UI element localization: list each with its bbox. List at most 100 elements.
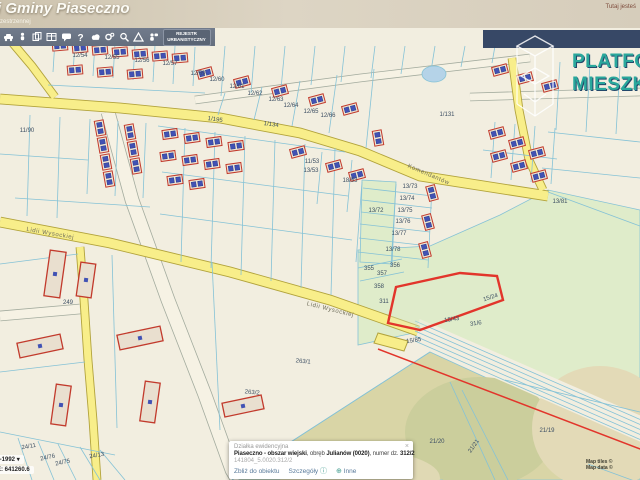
building-unit	[121, 49, 126, 54]
apartment-entrance	[241, 404, 246, 409]
search-icon[interactable]	[118, 31, 131, 43]
gis-application-window: 12/5412/5512/5612/5712/5912/6012/6112/62…	[0, 0, 640, 480]
building-unit	[328, 164, 334, 170]
site-subtitle: rzestrzennej	[0, 19, 31, 25]
building-unit	[235, 165, 240, 171]
building-unit	[375, 132, 381, 137]
rejestr-urbanistyczny-button[interactable]: REJESTR URBANISTYCZNY	[163, 29, 211, 46]
building-unit	[94, 48, 99, 53]
building-unit	[181, 55, 186, 60]
user-comment-icon[interactable]	[147, 31, 160, 43]
building-unit	[127, 126, 133, 131]
building-unit	[208, 140, 213, 146]
cloud-icon[interactable]	[89, 31, 102, 43]
building-unit	[169, 178, 174, 184]
info-icon: ⓘ	[320, 468, 327, 475]
building-unit	[74, 46, 79, 51]
more-link-label: Inne	[344, 468, 357, 475]
platforma-mieszkaniowa-logo-icon	[498, 32, 573, 132]
page-header: i Gminy Piaseczno rzestrzennej Tutaj jes…	[0, 0, 640, 28]
parcel-label: 13/74	[399, 196, 415, 202]
building-unit	[537, 149, 543, 155]
building-unit	[428, 187, 434, 193]
building-pair	[189, 179, 205, 190]
building-unit	[350, 105, 356, 111]
svg-text:?: ?	[77, 33, 83, 42]
building-unit	[191, 182, 196, 188]
building-pair	[127, 69, 143, 79]
building-unit	[493, 154, 499, 160]
parcel-id: 141804_5.0020.312/2	[234, 458, 408, 464]
building-unit	[191, 157, 196, 163]
building-unit	[292, 150, 298, 156]
watermark-text: PLATFORMA MIESZKANIOWA	[572, 50, 640, 96]
street-view-icon[interactable]	[16, 31, 29, 43]
building-unit	[511, 141, 517, 147]
copy-icon[interactable]	[31, 31, 44, 43]
building-unit	[98, 129, 104, 134]
building-unit	[237, 143, 242, 149]
building-unit	[198, 181, 203, 187]
help-icon[interactable]: ?	[74, 31, 87, 43]
building-unit	[334, 162, 340, 168]
building-pair	[206, 137, 222, 148]
car-icon[interactable]	[2, 31, 15, 43]
table-icon[interactable]	[45, 31, 58, 43]
building-pair	[103, 171, 114, 187]
coordinates-value: 2 E: 641260.6	[0, 467, 30, 473]
building-pair	[182, 155, 198, 166]
building-unit	[423, 250, 429, 256]
settings-icon[interactable]	[103, 31, 116, 43]
building-unit	[106, 69, 111, 74]
building-unit	[531, 151, 537, 157]
building-unit	[317, 96, 323, 102]
building-pair	[127, 141, 138, 157]
cursor-coordinates: 2 E: 641260.6	[0, 466, 34, 474]
zoom-to-object-link[interactable]: Zbliż do obiektu	[234, 468, 280, 475]
building-unit	[499, 152, 505, 158]
parcel-desc-sep2: , numer dz.	[370, 451, 400, 457]
building-pair	[162, 129, 178, 140]
building-unit	[533, 174, 539, 180]
building-unit	[357, 171, 363, 177]
parcel-label: 356	[390, 263, 401, 269]
building-unit	[130, 143, 136, 148]
popup-actions: Zbliż do obiektu Szczegóły ⓘ ⊕ Inne	[234, 466, 408, 476]
building-pair	[94, 120, 105, 136]
building-unit	[513, 164, 519, 170]
more-link[interactable]: ⊕ Inne	[336, 467, 356, 475]
parcel-label: 12/59	[190, 71, 206, 77]
crs-selector[interactable]: PL-1992 ▾	[0, 455, 24, 464]
parcel-label: 12/61	[229, 84, 245, 90]
warning-icon[interactable]	[132, 31, 145, 43]
close-icon[interactable]: ×	[405, 443, 409, 450]
header-top-right-link[interactable]: Tutaj jesteś	[606, 4, 636, 10]
parcel-label: 21/20	[429, 439, 445, 445]
parcel-label: 12/63	[268, 97, 284, 103]
building-unit	[430, 193, 436, 199]
parcel-label: 12/65	[303, 109, 319, 115]
apartment-entrance	[148, 400, 153, 405]
parcel-number: 312/2	[400, 451, 415, 457]
building-unit	[206, 162, 211, 168]
building-pair	[226, 163, 242, 174]
chat-icon[interactable]	[60, 31, 73, 43]
building-unit	[539, 172, 545, 178]
parcel-label: 12/56	[134, 58, 150, 64]
building-unit	[186, 136, 191, 142]
building-unit	[311, 98, 317, 104]
crs-label: PL-1992	[0, 457, 15, 463]
parcel-label: 13/81	[552, 199, 568, 205]
apartment-entrance	[59, 403, 64, 408]
parcel-label: 13/78	[385, 247, 401, 253]
building-unit	[107, 180, 113, 185]
building-pair	[167, 175, 183, 186]
details-link[interactable]: Szczegóły ⓘ	[289, 466, 327, 476]
apartment-entrance	[38, 344, 43, 349]
building-unit	[133, 160, 139, 165]
parcel-label: 12/55	[104, 55, 120, 61]
toolbar-icons: ?	[0, 31, 160, 43]
building-unit	[99, 70, 104, 75]
parcel-label: 13/73	[402, 184, 418, 190]
attribution-line2: Map data ©	[586, 465, 640, 471]
